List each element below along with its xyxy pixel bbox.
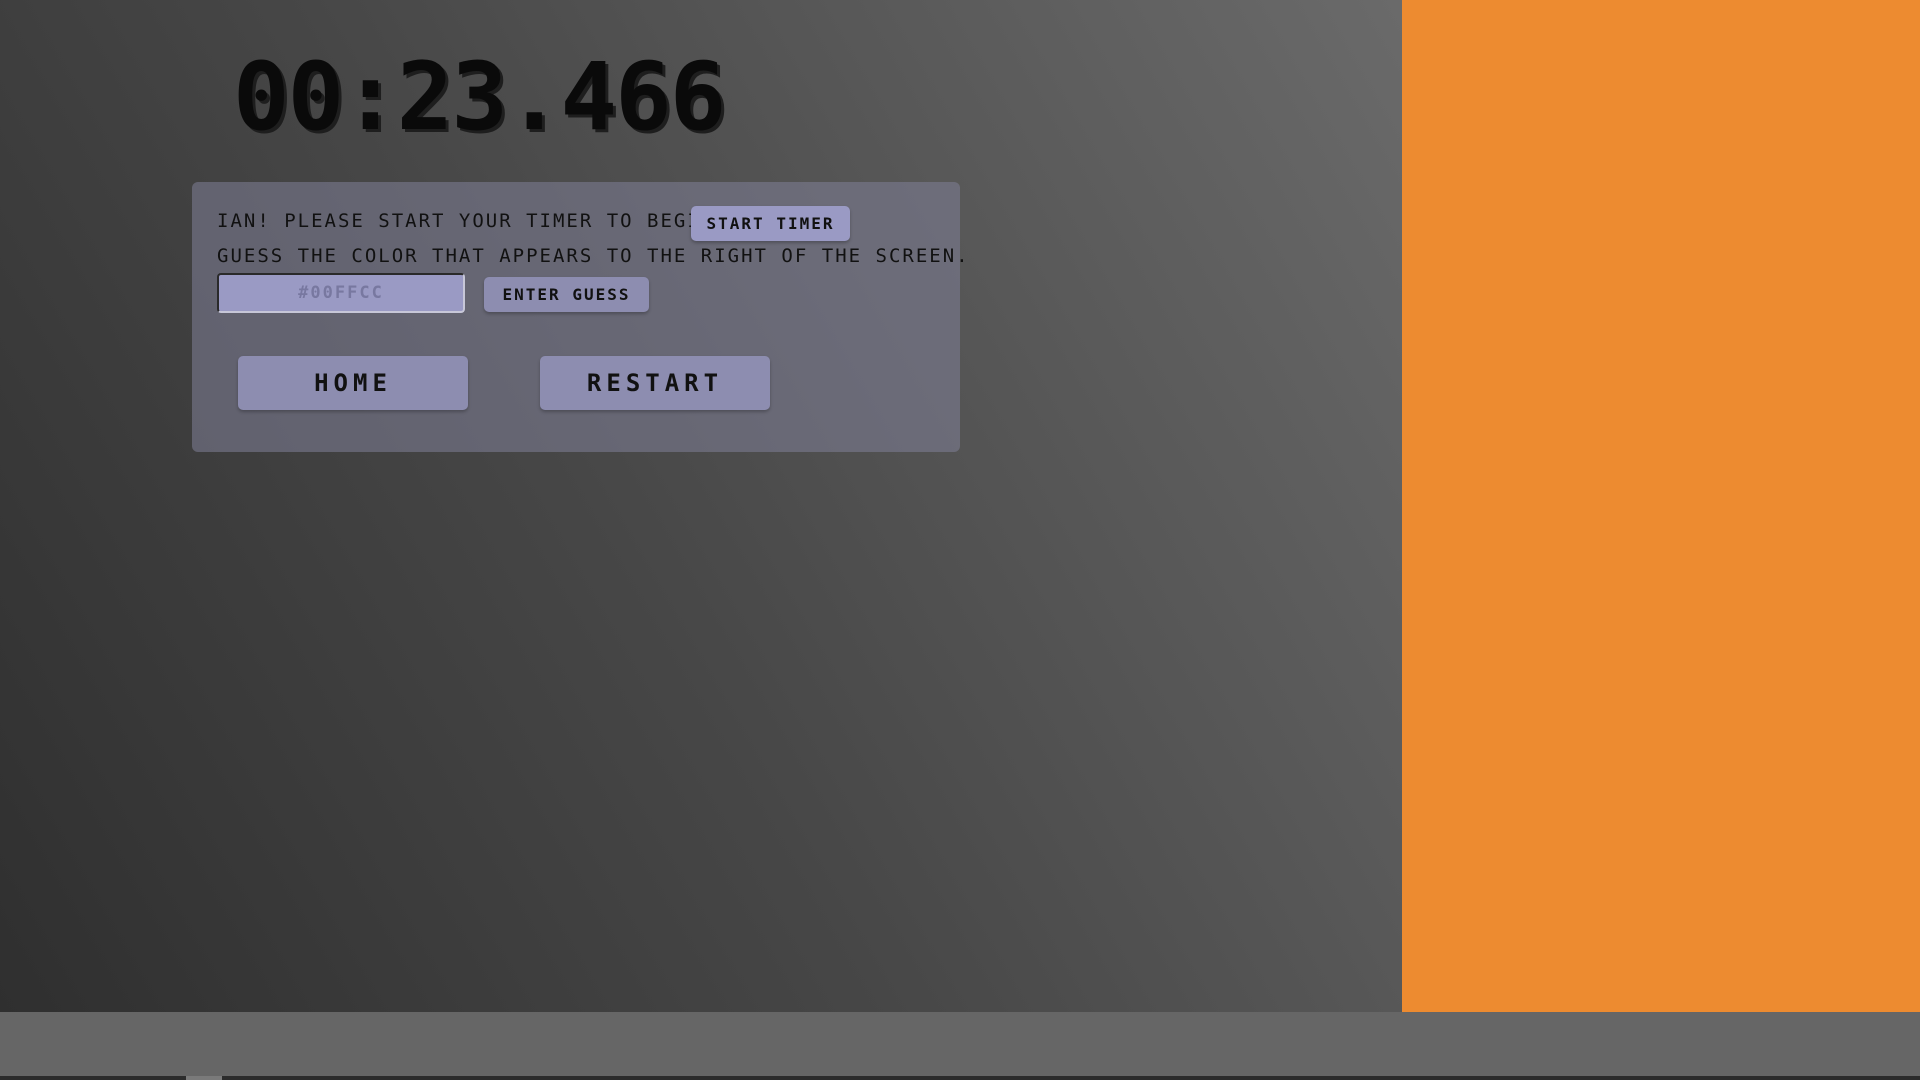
start-timer-button[interactable]: Start Timer bbox=[691, 206, 850, 241]
guess-instruction-text: Guess the color that appears to the righ… bbox=[217, 245, 970, 267]
guess-panel: Ian! Please start your timer to begin St… bbox=[192, 182, 968, 452]
bottom-bar bbox=[0, 1012, 1920, 1076]
bottom-edge bbox=[0, 1076, 1920, 1080]
home-button[interactable]: Home bbox=[238, 356, 468, 410]
restart-button[interactable]: Restart bbox=[540, 356, 770, 410]
color-guess-input[interactable] bbox=[217, 273, 465, 313]
enter-guess-button[interactable]: Enter Guess bbox=[484, 277, 649, 312]
timer-display: 00:23.466 bbox=[233, 43, 726, 152]
color-swatch-panel bbox=[1402, 0, 1920, 1012]
start-prompt-text: Ian! Please start your timer to begin bbox=[217, 210, 715, 232]
bottom-edge-mark bbox=[186, 1076, 222, 1080]
game-area: 00:23.466 Ian! Please start your timer t… bbox=[0, 0, 1402, 1012]
